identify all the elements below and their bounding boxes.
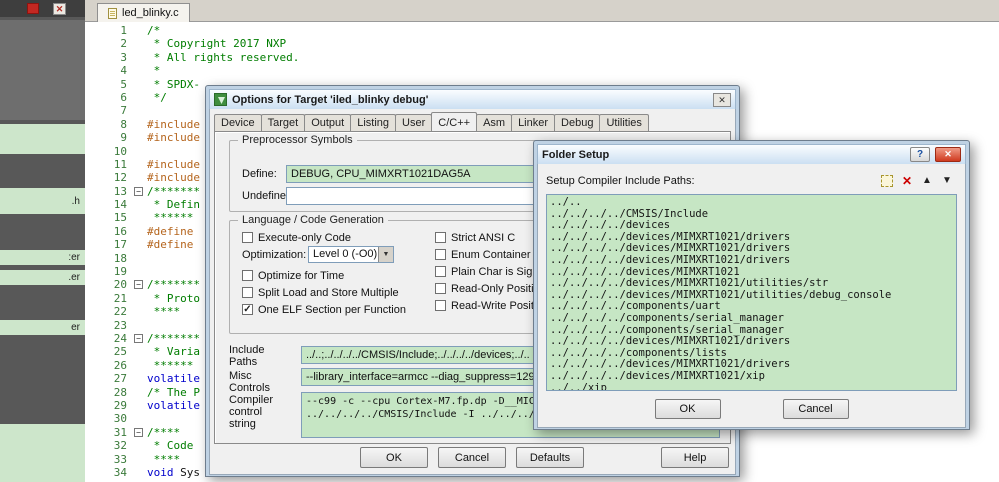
optimization-label: Optimization: (242, 249, 307, 261)
sidebar-item[interactable]: :er (0, 250, 85, 265)
tab-device[interactable]: Device (214, 114, 262, 131)
path-item[interactable]: ../../../../devices/MIMXRT1021/drivers (550, 255, 953, 267)
code-line: 4 * (120, 64, 161, 78)
path-item[interactable]: ../../../../devices/MIMXRT1021/drivers (550, 359, 953, 371)
options-tab-strip: Device Target Output Listing User C/C++ Asm Lin… (214, 112, 731, 131)
path-item[interactable]: ../../../../components/serial_manager (550, 325, 953, 337)
sidebar-item[interactable]: er (0, 320, 85, 335)
tab-listing[interactable]: Listing (350, 114, 397, 131)
path-item[interactable]: ../../../../devices/MIMXRT1021/utilities… (550, 290, 953, 302)
code-line: 1/* (120, 24, 161, 37)
include-paths-list[interactable]: ../.. ../../../../CMSIS/Include ../../../.… (546, 194, 957, 391)
path-item[interactable]: ../../../../components/lists (550, 348, 953, 360)
path-item[interactable]: ../../../../devices/MIMXRT1021/drivers (550, 243, 953, 255)
close-panel-icon[interactable]: ✕ (53, 2, 66, 15)
sidebar-topbar: ✕ (0, 0, 85, 17)
folder-setup-dialog: Folder Setup ? ✕ Setup Compiler Include … (533, 140, 970, 430)
path-item[interactable]: ../../../../devices/MIMXRT1021/drivers (550, 232, 953, 244)
misc-controls-label: Misc Controls (229, 370, 270, 394)
path-item[interactable]: ../../../../devices/MIMXRT1021/xip (550, 371, 953, 383)
new-path-button[interactable] (877, 173, 897, 190)
checkbox-split-load-and-store-multiple[interactable]: Split Load and Store Multiple (242, 284, 406, 301)
compiler-string-label: Compiler control string (229, 394, 274, 430)
folder-cancel-button[interactable]: Cancel (782, 399, 849, 419)
path-item[interactable]: ../../xip (550, 383, 953, 391)
setup-paths-label: Setup Compiler Include Paths: (546, 175, 695, 187)
folder-tool-row: Setup Compiler Include Paths: ✕ ▲ ▼ (546, 172, 957, 190)
options-close-icon[interactable]: ✕ (713, 92, 731, 107)
left-checks-top: Execute-only Code (242, 229, 351, 246)
path-item[interactable]: ../../../../devices/MIMXRT1021 (550, 267, 953, 279)
fold-collapse-icon[interactable]: − (134, 333, 143, 343)
file-tab-label: led_blinky.c (122, 7, 179, 19)
fold-collapse-icon[interactable]: − (134, 186, 143, 196)
cancel-button[interactable]: Cancel (438, 447, 506, 468)
help-icon[interactable]: ? (910, 147, 930, 162)
stop-icon[interactable] (27, 3, 39, 14)
optimization-value: Level 0 (-O0) (313, 248, 378, 260)
checkbox-one-elf-section-per-function[interactable]: ✓ One ELF Section per Function (242, 301, 406, 318)
arrow-down-icon: ▼ (942, 175, 952, 186)
options-button-row: OK Cancel Defaults Help (210, 447, 735, 468)
arrow-up-icon: ▲ (922, 175, 932, 186)
move-down-button[interactable]: ▼ (937, 173, 957, 190)
file-icon (108, 7, 117, 19)
uvision-icon (214, 93, 227, 106)
folder-dialog-title: Folder Setup (542, 148, 610, 161)
sidebar-block (0, 20, 85, 120)
undefine-label: Undefine: (242, 190, 290, 202)
sidebar-item[interactable] (0, 124, 85, 154)
tab-user[interactable]: User (395, 114, 433, 131)
new-path-icon (881, 175, 893, 187)
code-line: 2 * Copyright 2017 NXP (120, 37, 287, 51)
help-button[interactable]: Help (661, 447, 729, 468)
path-item[interactable]: ../../../../CMSIS/Include (550, 209, 953, 221)
checkbox-execute-only-code[interactable]: Execute-only Code (242, 229, 351, 246)
left-checks-bottom: Optimize for Time Split Load and Store Mu… (242, 267, 406, 318)
move-up-button[interactable]: ▲ (917, 173, 937, 190)
tab-target[interactable]: Target (260, 114, 306, 131)
file-tab-led-blinky[interactable]: led_blinky.c (97, 3, 190, 22)
preprocessor-legend: Preprocessor Symbols (238, 134, 357, 146)
tab-utilities[interactable]: Utilities (599, 114, 649, 131)
folder-close-icon[interactable]: ✕ (935, 147, 961, 162)
folder-button-row: OK Cancel (538, 399, 965, 419)
chevron-down-icon[interactable]: ▼ (378, 247, 393, 262)
delete-icon: ✕ (901, 174, 913, 188)
options-dialog-title: Options for Target 'iled_blinky debug' (232, 93, 429, 106)
sidebar-item[interactable]: .er (0, 270, 85, 285)
tab-linker[interactable]: Linker (511, 114, 556, 131)
options-titlebar[interactable]: Options for Target 'iled_blinky debug' ✕ (209, 89, 736, 109)
uvision-window: ✕ .h :er .er er led_blinky.c 1/* 2 * Copy… (0, 0, 999, 482)
path-item[interactable]: ../../../../components/uart (550, 301, 953, 313)
tab-output[interactable]: Output (304, 114, 352, 131)
path-item[interactable]: ../../../../components/serial_manager (550, 313, 953, 325)
project-panel: ✕ .h :er .er er (0, 0, 85, 482)
path-item[interactable]: ../../../../devices (550, 220, 953, 232)
path-item[interactable]: ../.. (550, 197, 953, 209)
fold-collapse-icon[interactable]: − (134, 280, 143, 290)
language-legend: Language / Code Generation (238, 214, 388, 226)
folder-ok-button[interactable]: OK (654, 399, 721, 419)
tab-asm[interactable]: Asm (476, 114, 513, 131)
code-line: 3 * All rights reserved. (120, 50, 300, 64)
ok-button[interactable]: OK (360, 447, 428, 468)
include-paths-label: Include Paths (229, 344, 265, 368)
sidebar-item[interactable]: .h (0, 188, 85, 214)
sidebar-item[interactable] (0, 424, 85, 482)
path-item[interactable]: ../../../../devices/MIMXRT1021/utilities… (550, 278, 953, 290)
tab-c-c-[interactable]: C/C++ (431, 112, 478, 131)
delete-path-button[interactable]: ✕ (897, 173, 917, 190)
tab-debug[interactable]: Debug (554, 114, 601, 131)
folder-dialog-body: Setup Compiler Include Paths: ✕ ▲ ▼ ../.… (537, 164, 966, 428)
defaults-button[interactable]: Defaults (516, 447, 584, 468)
define-label: Define: (242, 168, 277, 180)
fold-collapse-icon[interactable]: − (134, 427, 143, 437)
checkbox-optimize-for-time[interactable]: Optimize for Time (242, 267, 406, 284)
optimization-select[interactable]: Level 0 (-O0) ▼ (308, 246, 394, 263)
folder-titlebar[interactable]: Folder Setup ? ✕ (537, 144, 966, 164)
path-item[interactable]: ../../../../devices/MIMXRT1021/drivers (550, 336, 953, 348)
editor-tab-bar: led_blinky.c (85, 0, 999, 22)
